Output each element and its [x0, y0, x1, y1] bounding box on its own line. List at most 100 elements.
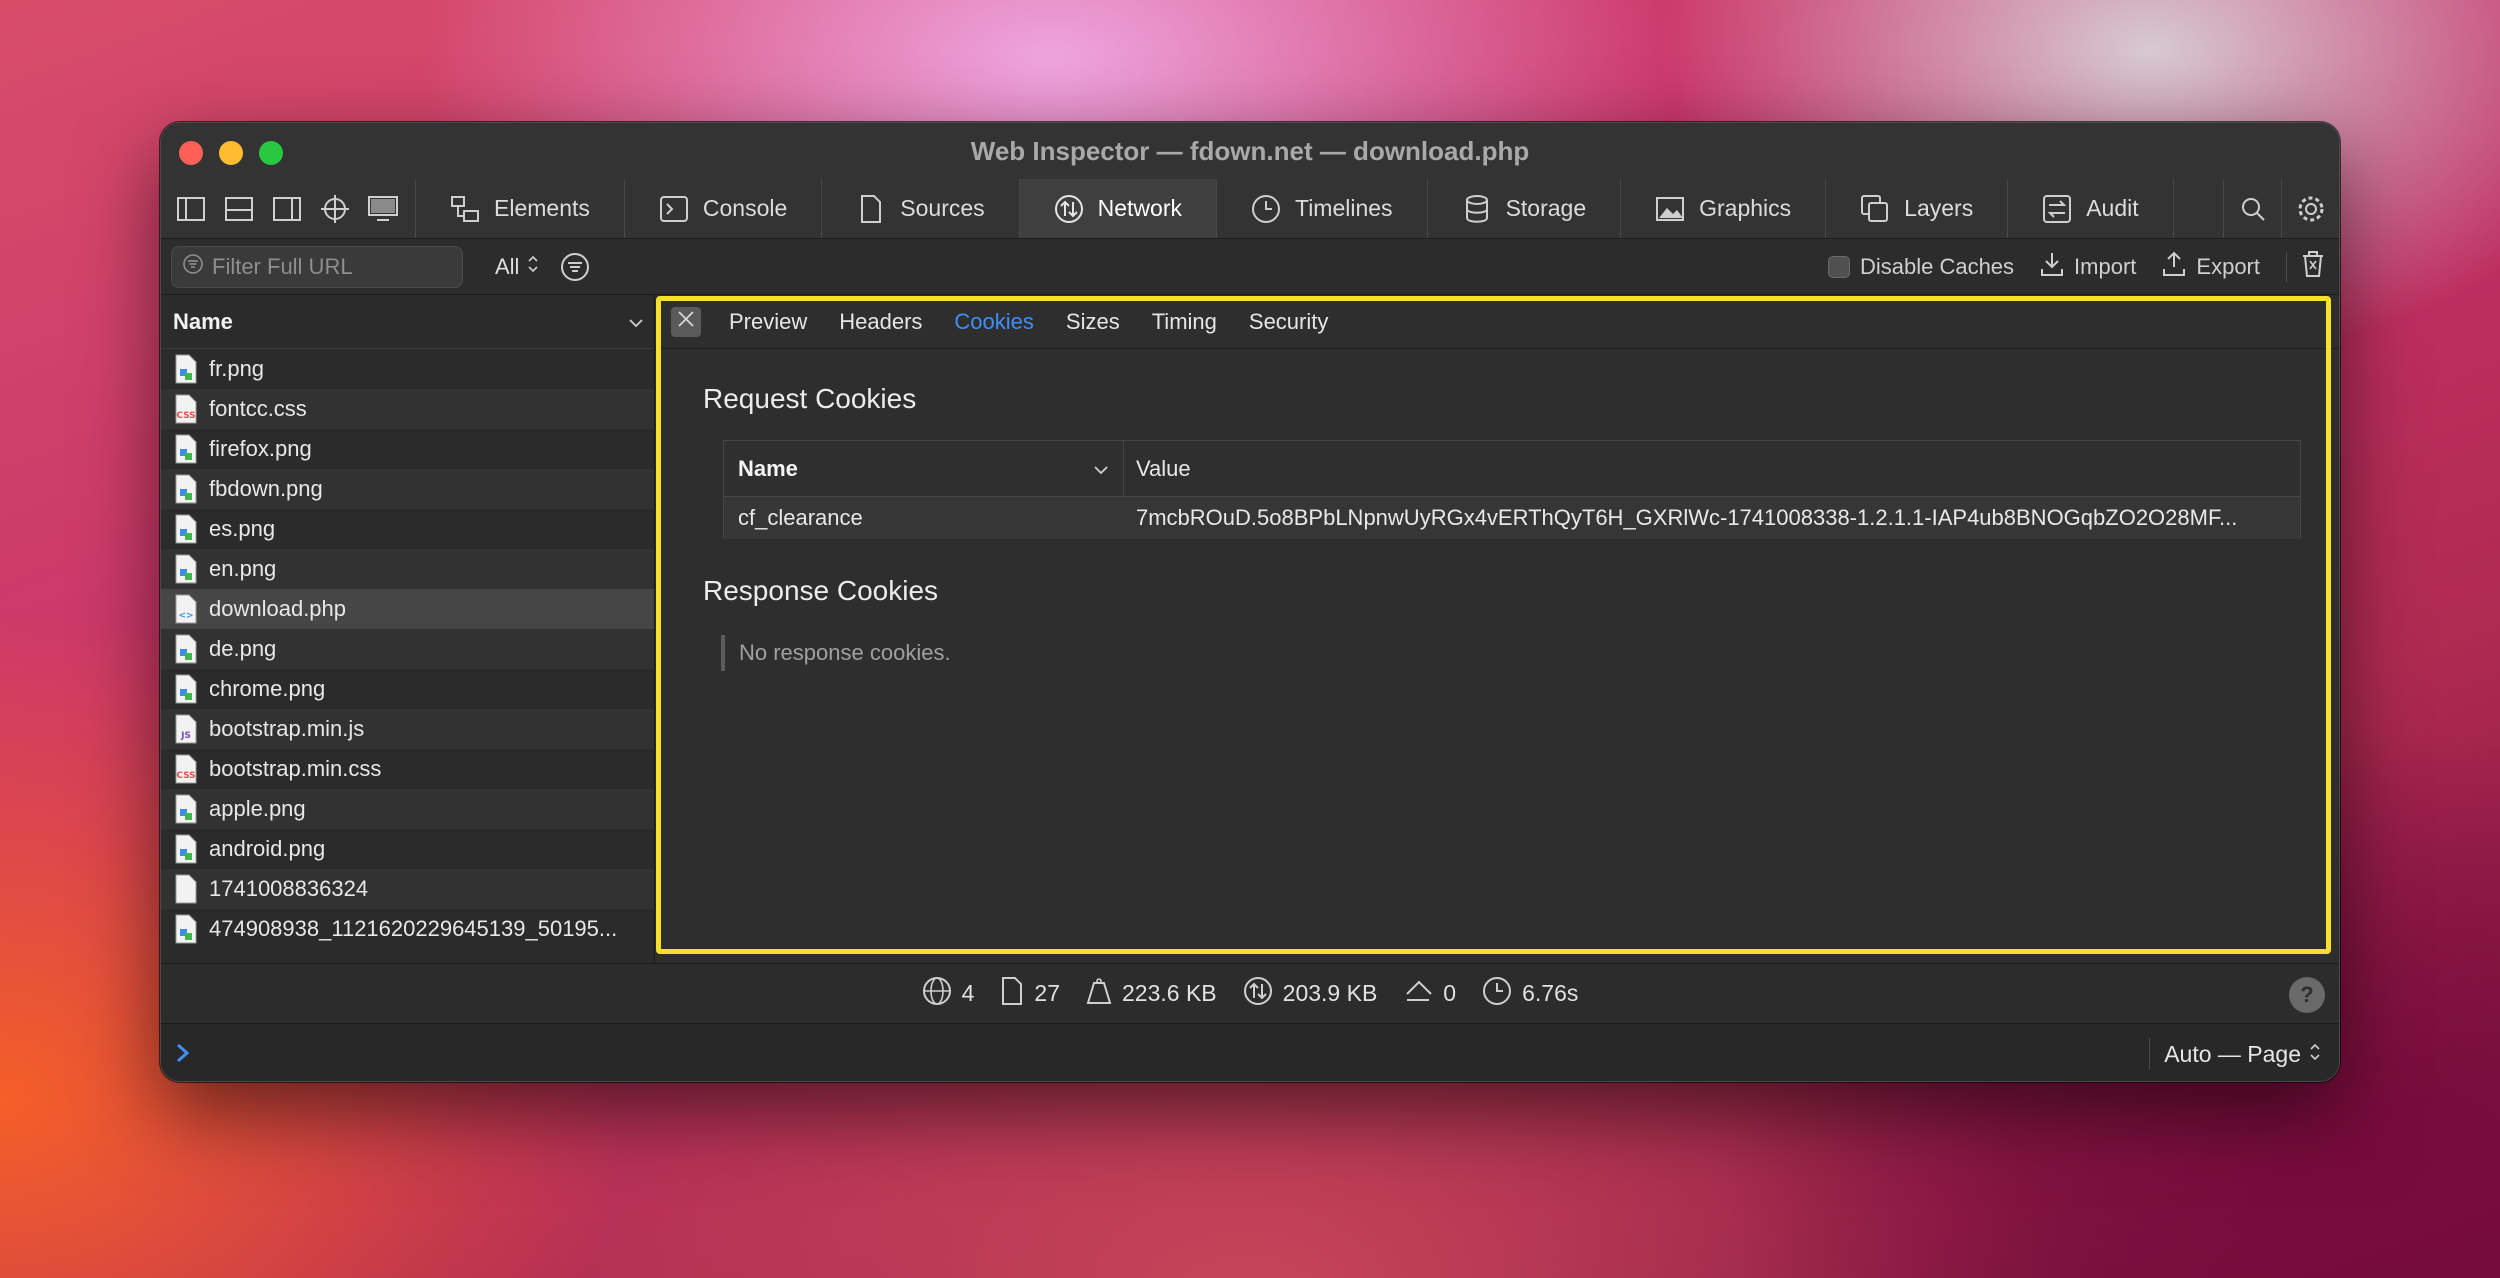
dock-bottom-icon[interactable]: [223, 193, 255, 225]
image-file-icon: [175, 674, 197, 704]
chevron-down-icon: [1093, 456, 1109, 482]
name-column-label: Name: [738, 455, 798, 481]
import-icon: [2040, 251, 2064, 283]
tab-network[interactable]: Network: [1019, 179, 1217, 238]
size-stat: 203.9 KB: [1243, 976, 1377, 1012]
tab-graphics[interactable]: Graphics: [1621, 179, 1827, 238]
list-item[interactable]: en.png: [161, 549, 654, 589]
table-row[interactable]: cf_clearance 7mcbROuD.5o8BPbLNpnwUyRGx4v…: [724, 497, 2300, 539]
globe-icon: [922, 976, 952, 1012]
tab-label: Elements: [494, 195, 590, 221]
tab-label: Audit: [2086, 195, 2139, 221]
tab-label: Sources: [900, 195, 985, 221]
network-icon: [1054, 194, 1084, 224]
crosshair-icon[interactable]: [319, 193, 351, 225]
clear-log-button[interactable]: [2301, 250, 2325, 284]
console-icon: [659, 194, 689, 224]
zoom-window-button[interactable]: [259, 141, 283, 165]
export-button[interactable]: Export: [2162, 251, 2260, 283]
dock-left-icon[interactable]: [175, 193, 207, 225]
chevron-right-icon: [175, 1040, 191, 1071]
tab-label: Timelines: [1295, 195, 1393, 221]
window-controls: [179, 141, 283, 165]
tab-label: Network: [1097, 195, 1182, 221]
tab-cookies[interactable]: Cookies: [954, 309, 1033, 335]
close-window-button[interactable]: [179, 141, 203, 165]
import-button[interactable]: Import: [2040, 251, 2136, 283]
updown-chevron-icon: [527, 254, 539, 280]
tab-sources[interactable]: Sources: [822, 179, 1020, 238]
tab-security[interactable]: Security: [1249, 309, 1328, 335]
list-item[interactable]: 474908938_1121620229645139_50195...: [161, 909, 654, 949]
list-item[interactable]: CSS fontcc.css: [161, 389, 654, 429]
dock-right-icon[interactable]: [271, 193, 303, 225]
image-file-icon: [175, 434, 197, 464]
tab-layers[interactable]: Layers: [1826, 179, 2009, 238]
response-cookies-title: Response Cookies: [703, 575, 939, 606]
filter-options-icon[interactable]: [559, 251, 591, 283]
detail-tabs: Preview Headers Cookies Sizes Timing Sec…: [655, 295, 2339, 349]
close-detail-button[interactable]: [671, 306, 701, 337]
console-prompt-bar[interactable]: Auto — Page: [161, 1023, 2339, 1081]
filter-url-input[interactable]: Filter Full URL: [171, 245, 463, 288]
value-column-header[interactable]: Value: [1124, 456, 1191, 482]
sources-icon: [856, 194, 886, 224]
list-item[interactable]: CSS bootstrap.min.css: [161, 749, 654, 789]
cookie-value: 7mcbROuD.5o8BPbLNpnwUyRGx4vERThQyT6H_GXR…: [1136, 505, 2238, 530]
network-icon: [1243, 976, 1273, 1012]
disable-caches-toggle[interactable]: Disable Caches: [1827, 254, 2014, 280]
redirects-count: 0: [1443, 980, 1457, 1006]
list-item[interactable]: firefox.png: [161, 429, 654, 469]
tab-audit[interactable]: Audit: [2008, 179, 2174, 238]
tab-console[interactable]: Console: [625, 179, 823, 238]
tab-elements[interactable]: Elements: [416, 179, 625, 238]
graphics-icon: [1655, 194, 1685, 224]
list-item[interactable]: JS bootstrap.min.js: [161, 709, 654, 749]
name-header-label: Name: [173, 308, 233, 334]
list-item[interactable]: apple.png: [161, 789, 654, 829]
tab-timelines[interactable]: Timelines: [1217, 179, 1428, 238]
tab-preview[interactable]: Preview: [729, 309, 807, 335]
file-name: fontcc.css: [209, 396, 307, 421]
resource-type-value: All: [495, 253, 520, 279]
list-item[interactable]: 1741008836324: [161, 869, 654, 909]
list-item[interactable]: chrome.png: [161, 669, 654, 709]
list-item[interactable]: de.png: [161, 629, 654, 669]
name-column-header[interactable]: Name: [724, 441, 1124, 496]
device-icon[interactable]: [367, 193, 399, 225]
js-file-icon: JS: [175, 714, 197, 744]
load-time: 6.76s: [1522, 980, 1579, 1006]
tab-sizes[interactable]: Sizes: [1066, 309, 1120, 335]
file-name: chrome.png: [209, 676, 326, 701]
file-name: apple.png: [209, 796, 306, 821]
list-item[interactable]: android.png: [161, 829, 654, 869]
disable-caches-checkbox[interactable]: [1827, 255, 1850, 278]
list-item[interactable]: <> download.php: [161, 589, 654, 629]
export-icon: [2162, 251, 2186, 283]
list-item[interactable]: fr.png: [161, 349, 654, 389]
execution-context-select[interactable]: Auto — Page: [2149, 1038, 2321, 1070]
tab-headers[interactable]: Headers: [839, 309, 922, 335]
document-file-icon: <>: [175, 594, 197, 624]
svg-text:<>: <>: [178, 611, 193, 621]
domains-stat: 4: [922, 976, 974, 1012]
transferred-stat: 223.6 KB: [1086, 977, 1217, 1011]
name-column-header[interactable]: Name: [161, 295, 654, 349]
tab-storage[interactable]: Storage: [1428, 179, 1622, 238]
svg-text:CSS: CSS: [176, 771, 195, 781]
file-name: 474908938_1121620229645139_50195...: [209, 916, 618, 941]
weight-icon: [1086, 977, 1112, 1011]
help-button[interactable]: ?: [2289, 977, 2325, 1013]
svg-text:JS: JS: [180, 731, 191, 741]
resource-type-select[interactable]: All: [495, 254, 539, 280]
image-file-icon: [175, 794, 197, 824]
resources-stat: 27: [1000, 976, 1060, 1012]
list-item[interactable]: fbdown.png: [161, 469, 654, 509]
list-item[interactable]: es.png: [161, 509, 654, 549]
gear-icon[interactable]: [2281, 179, 2339, 238]
image-file-icon: [175, 354, 197, 384]
resource-list: Name fr.png CSS fontcc.css firefox.png fbdow…: [161, 295, 655, 963]
tab-timing[interactable]: Timing: [1152, 309, 1217, 335]
minimize-window-button[interactable]: [219, 141, 243, 165]
search-icon[interactable]: [2223, 179, 2281, 238]
